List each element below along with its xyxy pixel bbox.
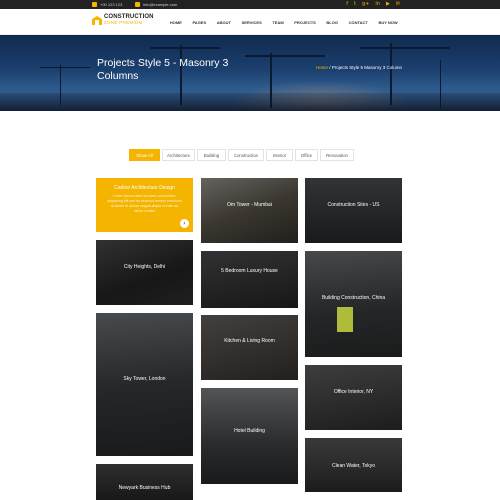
logo-house-icon (92, 13, 102, 25)
project-title[interactable]: Office Interior, NY (305, 389, 402, 395)
project-title[interactable]: Kitchen & Living Room (201, 338, 298, 344)
project-card[interactable]: City Heights, Delhi (96, 240, 193, 305)
project-card[interactable]: Clean Water, Tokyo (305, 438, 402, 492)
page-title: Projects Style 5 - Masonry 3 Columns (97, 57, 229, 82)
twitter-icon[interactable]: t (354, 0, 356, 9)
nav-services[interactable]: SERVICES (236, 20, 267, 25)
breadcrumb-separator: / (329, 65, 331, 70)
project-title[interactable]: Sky Tower, London (96, 376, 193, 382)
project-card[interactable]: Hotel Building (201, 388, 298, 484)
project-title[interactable]: Hotel Building (201, 428, 298, 434)
social-links: f t g+ in ▶ ✉ (346, 0, 400, 9)
nav-blog[interactable]: BLOG (321, 20, 343, 25)
project-title[interactable]: 5 Bedroom Luxury House (201, 268, 298, 274)
email-address: info@example.com (143, 2, 178, 7)
nav-contact[interactable]: CONTACT (343, 20, 373, 25)
mail-icon[interactable]: ✉ (396, 0, 400, 9)
site-header: CONSTRUCTION ZONE PREMIUM HOME PAGES ABO… (0, 9, 500, 35)
linkedin-icon[interactable]: in (375, 0, 380, 9)
nav-team[interactable]: TEAM (267, 20, 289, 25)
facebook-icon[interactable]: f (346, 0, 348, 9)
featured-project-card[interactable]: Carline Architecture Design Lorem ipsum … (96, 178, 193, 232)
project-card[interactable]: Building Construction, China (305, 251, 402, 357)
top-bar: +00 123 123 info@example.com f t g+ in ▶… (0, 0, 500, 9)
project-card[interactable]: 5 Bedroom Luxury House (201, 251, 298, 308)
breadcrumb-current: Projects Style 5 Masonry 3 Column (331, 65, 402, 70)
filter-building[interactable]: Building (197, 149, 226, 161)
filter-show-all[interactable]: Show All (129, 149, 160, 161)
project-filters: Show All Architecture Building Construct… (129, 149, 354, 161)
project-title[interactable]: City Heights, Delhi (96, 264, 193, 270)
email-contact[interactable]: info@example.com (135, 0, 177, 9)
featured-project-description: Lorem ipsum dolor sit amet, consectetur … (107, 194, 182, 213)
google-plus-icon[interactable]: g+ (362, 0, 369, 9)
project-card[interactable]: Construction Sites - US (305, 178, 402, 243)
project-card[interactable]: Sky Tower, London (96, 313, 193, 456)
logo-line1: CONSTRUCTION (104, 13, 154, 20)
phone-icon (92, 2, 97, 7)
main-nav: HOME PAGES ABOUT SERVICES TEAM PROJECTS … (165, 9, 403, 35)
project-title[interactable]: Newyark Business Hub (96, 485, 193, 491)
filter-construction[interactable]: Construction (228, 149, 264, 161)
email-icon (135, 2, 140, 7)
nav-projects[interactable]: PROJECTS (289, 20, 321, 25)
arrow-right-icon[interactable]: › (180, 219, 189, 228)
filter-architecture[interactable]: Architecture (162, 149, 195, 161)
project-card[interactable]: Kitchen & Living Room (201, 315, 298, 380)
nav-buy-now[interactable]: BUY NOW (373, 20, 403, 25)
phone-contact[interactable]: +00 123 123 (92, 0, 122, 9)
breadcrumb: Home / Projects Style 5 Masonry 3 Column (316, 65, 402, 70)
breadcrumb-home[interactable]: Home (316, 65, 328, 70)
site-logo[interactable]: CONSTRUCTION ZONE PREMIUM (92, 13, 154, 25)
project-title[interactable]: Building Construction, China (305, 295, 402, 301)
project-card[interactable]: Newyark Business Hub (96, 464, 193, 500)
filter-renovation[interactable]: Renovation (320, 149, 354, 161)
logo-line2: ZONE PREMIUM (104, 19, 143, 25)
project-card[interactable]: Om Tower - Mumbai (201, 178, 298, 243)
nav-home[interactable]: HOME (165, 20, 188, 25)
nav-pages[interactable]: PAGES (187, 20, 211, 25)
project-title[interactable]: Construction Sites - US (305, 202, 402, 208)
page-hero (0, 35, 500, 111)
project-title[interactable]: Clean Water, Tokyo (305, 463, 402, 469)
phone-number: +00 123 123 (100, 2, 123, 7)
project-card[interactable]: Office Interior, NY (305, 365, 402, 430)
filter-office[interactable]: Office (295, 149, 318, 161)
filter-interior[interactable]: Interior (266, 149, 293, 161)
nav-about[interactable]: ABOUT (211, 20, 236, 25)
youtube-icon[interactable]: ▶ (386, 0, 390, 9)
featured-project-title[interactable]: Carline Architecture Design (96, 185, 193, 191)
project-title[interactable]: Om Tower - Mumbai (201, 202, 298, 208)
